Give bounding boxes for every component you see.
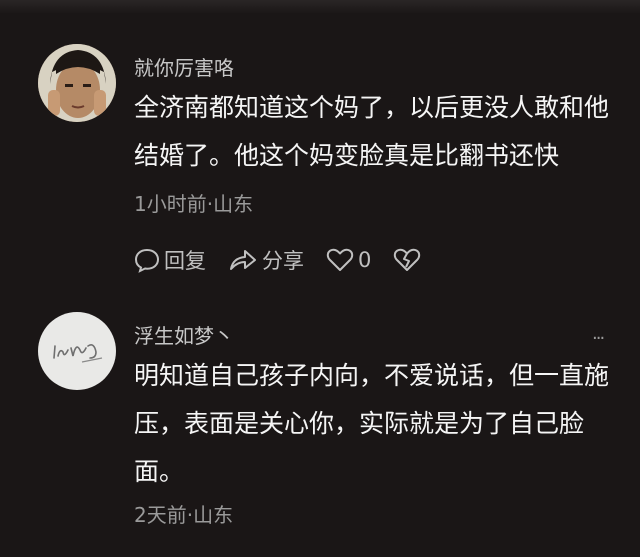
like-count: 0 [358,248,372,272]
dislike-button[interactable] [393,247,425,273]
comment-text: 全济南都知道这个妈了，以后更没人敢和他结婚了。他这个妈变脸真是比翻书还快 [134,93,610,170]
share-label: 分享 [262,249,304,273]
comment-actions: 回复 分享 0 [134,244,447,276]
like-button[interactable]: 0 [326,247,371,273]
comment-username[interactable]: 就你厉害咯 [134,52,234,81]
reply-bubble-icon [134,248,160,273]
heart-icon [326,248,354,271]
comment-meta: 1小时前·山东 [134,192,254,216]
user-avatar-signature-icon [53,344,103,363]
broken-heart-icon [394,248,421,271]
reply-button[interactable]: 回复 [134,245,206,275]
previous-comment-fragment: ·· · ·· · · · [0,0,640,14]
avatar[interactable] [38,312,116,390]
reply-label: 回复 [164,249,206,273]
comment-username[interactable]: 浮生如梦丶 [134,320,234,349]
avatar[interactable] [38,44,116,122]
more-options-icon[interactable]: ··· [592,328,605,349]
comment-meta: 2天前·山东 [134,503,234,527]
user-avatar-photo-icon [38,44,116,122]
share-button[interactable]: 分享 [228,245,304,275]
comment-text: 明知道自己孩子内向，不爱说话，但一直施压，表面是关心你，实际就是为了自己脸面。 [134,361,610,486]
share-arrow-icon [230,250,256,270]
